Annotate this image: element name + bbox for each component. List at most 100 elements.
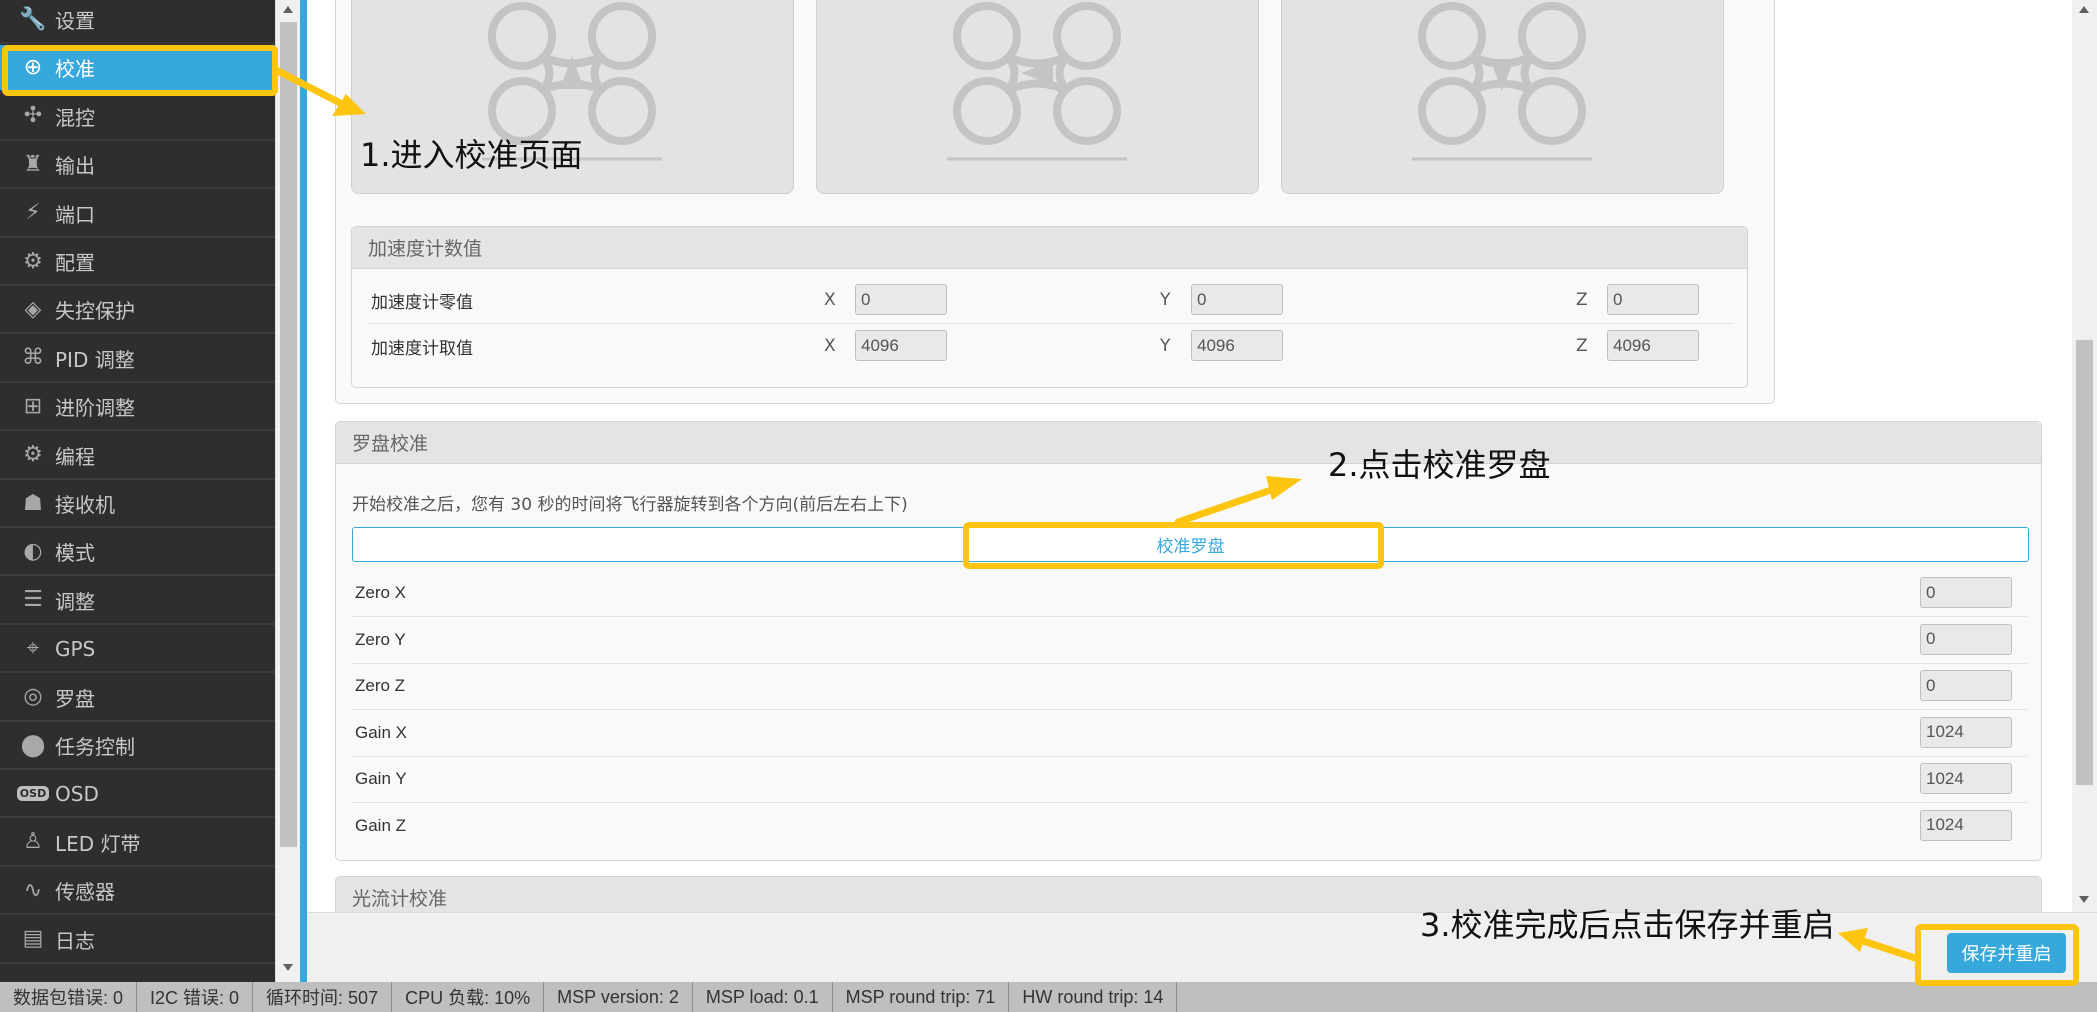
accelerometer-row-label: 加速度计零值 [371,292,473,313]
compass-value-field[interactable]: 1024 [1920,716,2012,748]
scroll-down-arrow-icon[interactable] [2079,896,2089,903]
sidebar-item[interactable]: 🔧 设置 [0,0,275,44]
main-scroll-thumb[interactable] [2076,340,2093,785]
axis-x-label: X [824,290,836,310]
status-item: 循环时间: 507 [253,982,393,1012]
compass-row-label: Zero X [355,583,407,602]
sidebar-scroll-thumb[interactable] [280,22,297,847]
hierarchy-icon: ⌘ [22,345,44,371]
sidebar-item[interactable]: ⚡ 端口 [0,191,275,238]
status-item: CPU 负载: 10% [392,982,545,1012]
sidebar-item-label: 设置 [55,9,95,33]
sidebar-item[interactable]: ☗ 接收机 [0,481,275,528]
compass-value-field[interactable]: 1024 [1920,763,2012,794]
compass-row: Gain X 1024 [352,710,2025,756]
sidebar-item[interactable]: ▤ 日志 [0,917,275,964]
sidebar-divider [300,0,307,982]
compass-row-label: Gain X [355,722,407,742]
sidebar-item[interactable]: ♜ 输出 [0,142,275,190]
compass-row: Gain Z 1024 [352,803,2025,849]
sidebar-item-label: GPS [55,636,96,661]
sidebar-item[interactable]: ♙ LED 灯带 [0,820,275,867]
compass-row: Zero X 0 [352,570,2025,616]
axis-x-label: X [824,336,836,356]
robot-icon: ☗ [23,490,43,516]
accelerometer-y-field[interactable]: 4096 [1191,330,1283,361]
status-item: MSP round trip: 71 [833,982,1010,1012]
annotation-step2: 2.点击校准罗盘 [1328,446,1551,484]
sidebar-item[interactable]: ∿ 传感器 [0,868,275,916]
scroll-down-arrow-icon[interactable] [283,964,293,971]
gear-icon: ⚙ [23,442,43,468]
sidebar-item-label: 罗盘 [55,686,95,711]
scroll-up-arrow-icon[interactable] [2079,6,2089,13]
compass-row: Zero Y 0 [352,617,2025,663]
drone-orientation-card[interactable] [816,0,1259,194]
plug-icon: ⚡ [25,200,41,226]
sidebar-item[interactable]: ◈ 失控保护 [0,287,275,335]
sidebar-item[interactable]: ⊞ 进阶调整 [0,384,275,432]
accelerometer-x-field[interactable]: 4096 [855,330,947,361]
compass-calibration-panel: 罗盘校准 开始校准之后，您有 30 秒的时间将飞行器旋转到各个方向(前后左右上下… [335,421,2042,861]
compass-row: Zero Z 0 [352,663,2025,709]
sidebar-item[interactable]: ✣ 混控 [0,94,275,141]
calibrate-compass-button[interactable]: 校准罗盘 [352,527,2029,562]
sidebar-item[interactable]: ⌘ PID 调整 [0,336,275,383]
main-scrollbar[interactable] [2072,0,2097,912]
accelerometer-z-field[interactable]: 4096 [1607,330,1699,361]
compass-value-field[interactable]: 1024 [1920,809,2012,841]
status-item: MSP load: 0.1 [693,982,833,1012]
sidebar-item[interactable]: ⬤ 任务控制 [0,723,275,770]
sidebar-scrollbar[interactable] [275,0,300,982]
pulse-icon: ∿ [23,877,43,903]
compass-value-field[interactable]: 0 [1920,577,2012,608]
sidebar-item-label: 失控保护 [55,299,135,324]
accelerometer-calibration-panel: 加速度计数值 加速度计零值 X 0 Y 0 Z 0 加速度计取值 X 4096 Y 4096 Z 4096 [335,0,1775,404]
sidebar-item[interactable]: OSD OSD [0,771,275,819]
compass-value-field[interactable]: 0 [1920,670,2012,701]
accelerometer-row: 加速度计取值 X 4096 Y 4096 Z 4096 [368,323,1731,369]
diamond-icon: ◈ [24,296,42,322]
log-icon: ▤ [22,926,44,952]
accelerometer-y-field[interactable]: 0 [1191,284,1283,315]
axis-z-label: Z [1576,290,1588,310]
sidebar-item[interactable]: ◎ 罗盘 [0,675,275,722]
status-item: 数据包错误: 0 [0,982,138,1012]
sidebar-item[interactable]: ⚙ 编程 [0,433,275,480]
sidebar-item-label: 混控 [55,105,95,130]
accelerometer-z-field[interactable]: 0 [1607,284,1699,315]
sidebar-item-label: 日志 [55,928,95,953]
sidebar-item[interactable]: ⌖ GPS [0,626,275,674]
led-icon: ♙ [23,829,43,855]
sidebar-item-label: OSD [55,781,99,806]
save-and-reboot-button[interactable]: 保存并重启 [1947,933,2066,973]
accelerometer-values-panel: 加速度计数值 加速度计零值 X 0 Y 0 Z 0 加速度计取值 X 4096 Y 4096 Z 4096 [351,226,1748,388]
compass-value-field[interactable]: 0 [1920,623,2012,655]
accelerometer-row-label: 加速度计取值 [371,338,473,359]
sliders-icon: ☰ [23,587,43,613]
drone-icon: ✣ [23,103,43,129]
sidebar-item[interactable]: ⊕ 校准 [0,45,275,93]
map-pin-icon: ⬤ [20,732,46,758]
drone-arrow-left-icon [947,2,1127,161]
compass-row-label: Gain Z [355,815,407,835]
sidebar-item[interactable]: ☰ 调整 [0,578,275,625]
drone-arrow-down-icon [1412,2,1592,161]
compass-row-label: Zero Z [355,676,406,695]
sidebar-item-label: 模式 [55,541,95,566]
sidebar-item[interactable]: ◐ 模式 [0,529,275,577]
crosshair-icon: ⊕ [23,54,43,80]
satellite-icon: ⌖ [26,635,40,661]
compass-icon: ◎ [23,684,43,710]
sidebar-item-label: LED 灯带 [55,831,141,856]
axis-y-label: Y [1160,336,1171,356]
sidebar-item[interactable]: ⚙ 配置 [0,239,275,286]
drone-orientation-card[interactable] [1281,0,1724,194]
annotation-step3: 3.校准完成后点击保存并重启 [1420,906,1835,944]
status-item: HW round trip: 14 [1009,982,1178,1012]
sidebar-item-label: 接收机 [55,493,115,517]
scroll-up-arrow-icon[interactable] [283,6,293,13]
compass-row-label: Gain Y [355,769,407,788]
sidebar-item-label: 配置 [55,251,95,275]
accelerometer-x-field[interactable]: 0 [855,284,947,315]
